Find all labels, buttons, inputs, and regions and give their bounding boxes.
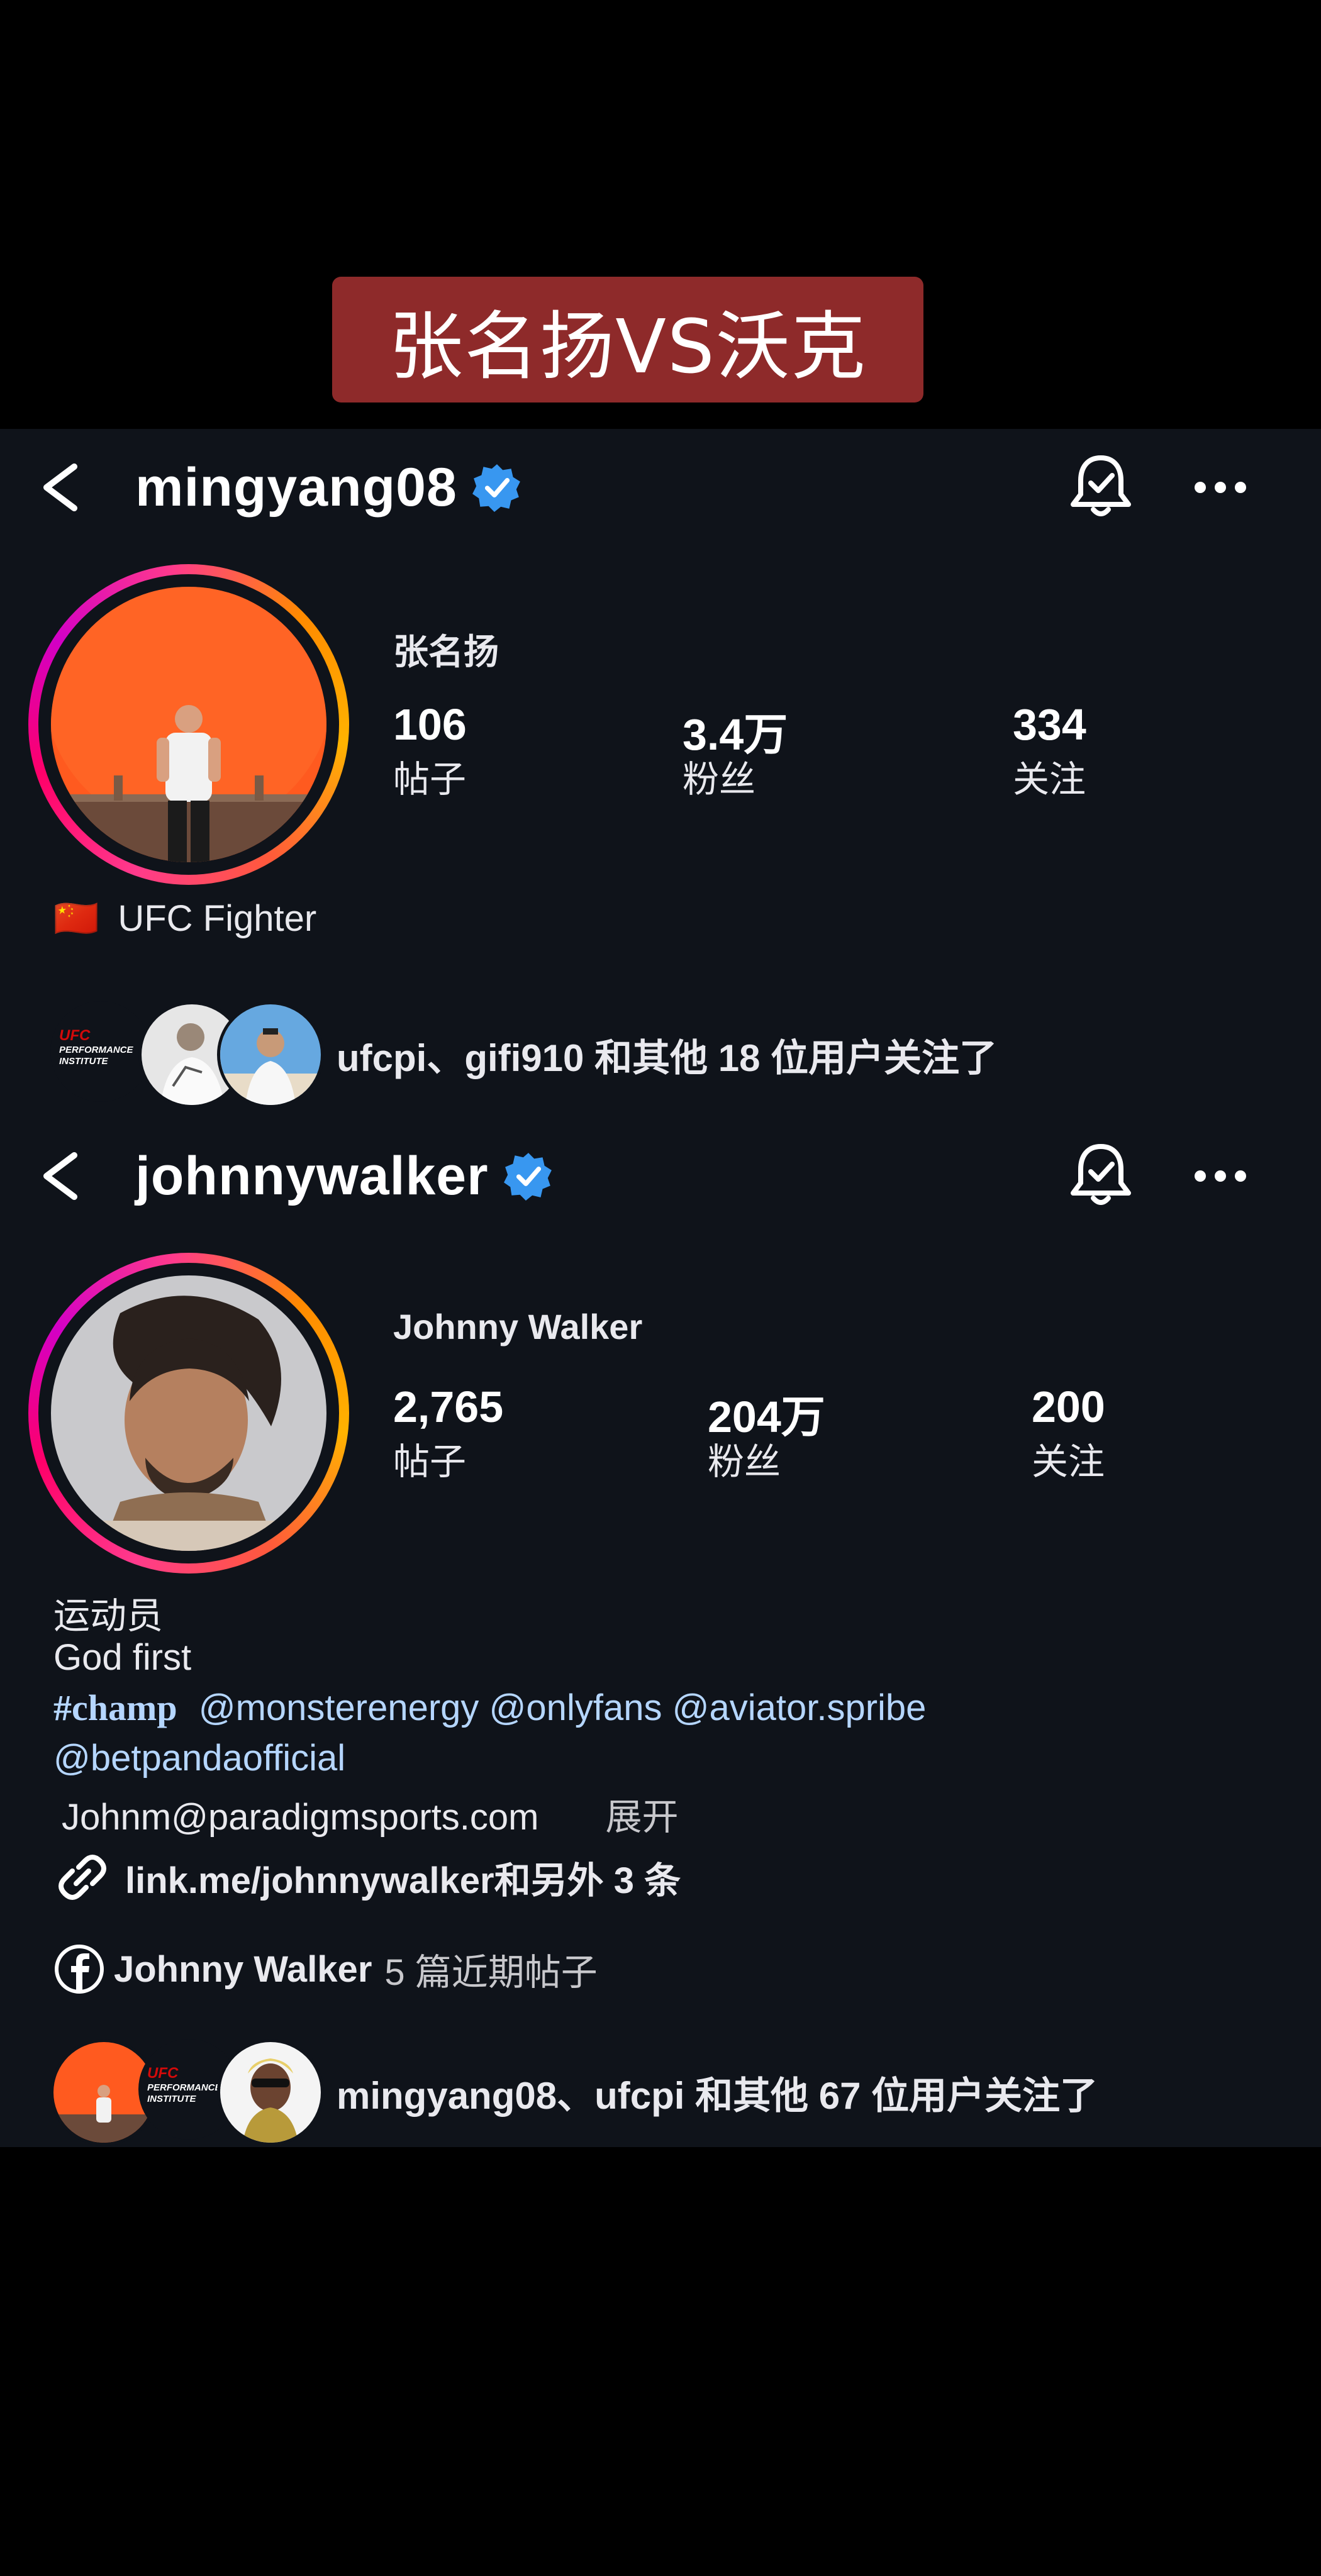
follower-avatar bbox=[217, 1001, 324, 1108]
china-flag-icon: 🇨🇳 bbox=[53, 898, 99, 939]
notification-bell-icon[interactable] bbox=[1063, 449, 1139, 525]
followers-label[interactable]: 粉丝 bbox=[683, 750, 755, 802]
more-options-icon[interactable] bbox=[1189, 459, 1252, 516]
username-text: johnnywalker bbox=[135, 1145, 489, 1206]
video-title-banner: 张名扬VS沃克 bbox=[332, 277, 923, 402]
bio: 🇨🇳 UFC Fighter bbox=[53, 897, 316, 940]
instagram-screenshots: mingyang08 张名扬 106 帖子 3.4万 粉丝 334 关注 🇨🇳 … bbox=[0, 429, 1321, 2147]
following-count[interactable]: 200 bbox=[1032, 1382, 1105, 1432]
verified-badge-icon bbox=[503, 1153, 552, 1201]
facebook-name[interactable]: Johnny Walker bbox=[114, 1948, 372, 1990]
avatar bbox=[51, 587, 326, 862]
ufcpi-logo-line3: INSTITUTE bbox=[59, 1056, 108, 1067]
avatar bbox=[51, 1275, 326, 1551]
following-count[interactable]: 334 bbox=[1013, 699, 1086, 750]
profile-johnnywalker: johnnywalker Johnny Walker 2,765 帖子 204万… bbox=[0, 1118, 1321, 2147]
story-ring[interactable] bbox=[28, 1253, 349, 1574]
ufcpi-logo-line3: INSTITUTE bbox=[147, 2094, 196, 2104]
more-options-icon[interactable] bbox=[1189, 1148, 1252, 1204]
follower-avatar bbox=[217, 2039, 324, 2146]
following-label[interactable]: 关注 bbox=[1032, 1432, 1105, 1485]
bio-email-row: Johnm@paradigmsports.com 展开 bbox=[62, 1787, 679, 1840]
ufcpi-logo-line1: UFC bbox=[147, 2065, 179, 2082]
full-name: 张名扬 bbox=[393, 632, 499, 672]
posts-label[interactable]: 帖子 bbox=[393, 750, 466, 802]
bio-line: God first bbox=[53, 1637, 192, 1678]
full-name: Johnny Walker bbox=[393, 1307, 643, 1346]
followed-by-row[interactable]: UFC PERFORMANCE INSTITUTE ufcpi、gifi910 … bbox=[50, 1001, 1308, 1108]
posts-count[interactable]: 2,765 bbox=[393, 1382, 503, 1432]
category-label: 运动员 bbox=[53, 1596, 164, 1636]
story-ring[interactable] bbox=[28, 564, 349, 885]
mention-links[interactable]: @monsterenergy @onlyfans @aviator.spribe bbox=[199, 1687, 927, 1728]
posts-label[interactable]: 帖子 bbox=[393, 1432, 466, 1485]
facebook-icon bbox=[55, 1945, 104, 1994]
link-icon bbox=[59, 1855, 106, 1900]
profile-username: mingyang08 bbox=[135, 453, 523, 522]
mention-link[interactable]: @betpandaofficial bbox=[53, 1737, 345, 1779]
username-text: mingyang08 bbox=[135, 457, 457, 518]
notification-bell-icon[interactable] bbox=[1063, 1138, 1139, 1213]
facebook-row[interactable]: Johnny Walker 5 篇近期帖子 bbox=[53, 1943, 598, 1996]
email-text[interactable]: Johnm@paradigmsports.com bbox=[62, 1797, 538, 1838]
posts-count[interactable]: 106 bbox=[393, 699, 467, 750]
expand-button[interactable]: 展开 bbox=[606, 1797, 679, 1838]
bio-mentions: #champ @monsterenergy @onlyfans @aviator… bbox=[53, 1687, 926, 1729]
followed-by-text[interactable]: mingyang08、ufcpi 和其他 67 位用户关注了 bbox=[337, 2065, 1098, 2120]
profile-username: johnnywalker bbox=[135, 1141, 554, 1211]
facebook-posts[interactable]: 5 篇近期帖子 bbox=[384, 1943, 597, 1996]
ufcpi-logo-line2: PERFORMANCE bbox=[147, 2082, 221, 2093]
ufcpi-logo-line2: PERFORMANCE bbox=[59, 1045, 133, 1055]
back-arrow-icon[interactable] bbox=[38, 453, 82, 522]
bio-text: UFC Fighter bbox=[118, 898, 317, 939]
following-label[interactable]: 关注 bbox=[1013, 750, 1086, 802]
verified-badge-icon bbox=[472, 464, 520, 512]
ufcpi-logo-line1: UFC bbox=[59, 1027, 91, 1044]
back-arrow-icon[interactable] bbox=[38, 1141, 82, 1211]
external-links-row[interactable]: link.me/johnnywalker和另外 3 条 bbox=[53, 1848, 681, 1906]
followed-by-row[interactable]: UFC PERFORMANCE INSTITUTE mingyang08、ufc… bbox=[50, 2039, 1308, 2146]
ufcpi-logo: UFC PERFORMANCE INSTITUTE bbox=[50, 1001, 151, 1102]
followers-label[interactable]: 粉丝 bbox=[708, 1432, 781, 1485]
hashtag-link[interactable]: #champ bbox=[53, 1687, 177, 1728]
external-link-text[interactable]: link.me/johnnywalker和另外 3 条 bbox=[125, 1851, 681, 1904]
profile-mingyang08: mingyang08 张名扬 106 帖子 3.4万 粉丝 334 关注 🇨🇳 … bbox=[0, 429, 1321, 1118]
followed-by-text[interactable]: ufcpi、gifi910 和其他 18 位用户关注了 bbox=[337, 1028, 997, 1082]
